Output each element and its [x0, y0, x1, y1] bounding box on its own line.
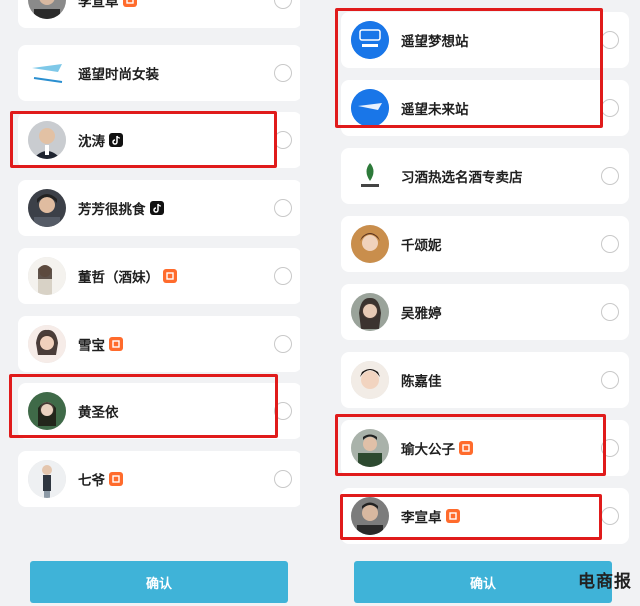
confirm-button[interactable]: 确认	[30, 561, 288, 603]
account-name: 陈嘉佳	[401, 374, 442, 390]
account-name: 瑜大公子	[401, 442, 455, 458]
brand-logo-icon	[351, 157, 389, 195]
account-row[interactable]: 芳芳很挑食	[18, 180, 300, 236]
account-row[interactable]: 李宣卓	[341, 488, 629, 544]
right-account-list: 遥望梦想站 遥望未来站 习酒热选名酒专卖店 千颂妮 吴雅婷 陈嘉佳 瑜大公子 李…	[330, 0, 640, 606]
account-name: 吴雅婷	[401, 306, 442, 322]
account-name: 李宣卓	[78, 0, 119, 10]
select-radio[interactable]	[274, 131, 292, 149]
select-radio[interactable]	[274, 402, 292, 420]
account-name: 芳芳很挑食	[78, 202, 146, 218]
select-radio[interactable]	[601, 167, 619, 185]
select-radio[interactable]	[601, 31, 619, 49]
select-radio[interactable]	[601, 371, 619, 389]
account-row[interactable]: 陈嘉佳	[341, 352, 629, 408]
avatar	[28, 257, 66, 295]
account-row[interactable]: 习酒热选名酒专卖店	[341, 148, 629, 204]
account-name: 沈涛	[78, 134, 105, 150]
account-row[interactable]: 董哲（酒妹）	[18, 248, 300, 304]
avatar	[28, 460, 66, 498]
avatar	[351, 429, 389, 467]
select-radio[interactable]	[274, 335, 292, 353]
select-radio[interactable]	[274, 267, 292, 285]
select-radio[interactable]	[274, 0, 292, 9]
select-radio[interactable]	[601, 439, 619, 457]
avatar	[28, 392, 66, 430]
account-row[interactable]: 遥望时尚女装	[18, 45, 300, 101]
avatar	[351, 225, 389, 263]
select-radio[interactable]	[601, 507, 619, 525]
tiktok-icon	[109, 133, 123, 147]
account-name: 雪宝	[78, 338, 105, 354]
select-radio[interactable]	[274, 199, 292, 217]
brand-logo-icon	[28, 54, 66, 92]
avatar	[28, 121, 66, 159]
select-radio[interactable]	[274, 64, 292, 82]
account-name: 习酒热选名酒专卖店	[401, 170, 523, 186]
avatar	[28, 325, 66, 363]
brand-logo-icon	[351, 89, 389, 127]
shop-badge-icon	[109, 472, 123, 486]
tiktok-icon	[149, 201, 164, 215]
account-row[interactable]: 李宣卓	[18, 0, 300, 28]
account-row[interactable]: 千颂妮	[341, 216, 629, 272]
shop-badge-icon	[163, 269, 177, 283]
avatar	[28, 0, 66, 19]
left-account-list: 李宣卓 遥望时尚女装 沈涛 芳芳很挑食 董哲（酒妹） 雪宝 黄圣依 七爷 确认	[0, 0, 300, 606]
avatar	[351, 361, 389, 399]
confirm-button[interactable]: 确认	[354, 561, 612, 603]
account-row[interactable]: 沈涛	[18, 112, 300, 168]
avatar	[28, 189, 66, 227]
account-row[interactable]: 吴雅婷	[341, 284, 629, 340]
account-row[interactable]: 遥望未来站	[341, 80, 629, 136]
account-row[interactable]: 黄圣依	[18, 383, 300, 439]
account-name: 七爷	[78, 473, 105, 489]
shop-badge-icon	[459, 441, 473, 455]
account-name: 李宣卓	[401, 510, 442, 526]
account-name: 遥望时尚女装	[78, 67, 159, 83]
account-name: 遥望梦想站	[401, 34, 469, 50]
account-name: 董哲（酒妹）	[78, 270, 159, 286]
avatar	[351, 497, 389, 535]
select-radio[interactable]	[274, 470, 292, 488]
shop-badge-icon	[122, 0, 137, 7]
account-name: 遥望未来站	[401, 102, 469, 118]
shop-badge-icon	[109, 337, 123, 351]
account-row[interactable]: 七爷	[18, 451, 300, 507]
account-name: 黄圣依	[78, 405, 119, 421]
account-name: 千颂妮	[401, 238, 442, 254]
account-row[interactable]: 雪宝	[18, 316, 300, 372]
watermark: 电商报	[578, 572, 632, 592]
shop-badge-icon	[445, 509, 460, 523]
avatar	[351, 293, 389, 331]
select-radio[interactable]	[601, 235, 619, 253]
select-radio[interactable]	[601, 303, 619, 321]
brand-logo-icon	[351, 21, 389, 59]
account-row[interactable]: 瑜大公子	[341, 420, 629, 476]
select-radio[interactable]	[601, 99, 619, 117]
account-row[interactable]: 遥望梦想站	[341, 12, 629, 68]
